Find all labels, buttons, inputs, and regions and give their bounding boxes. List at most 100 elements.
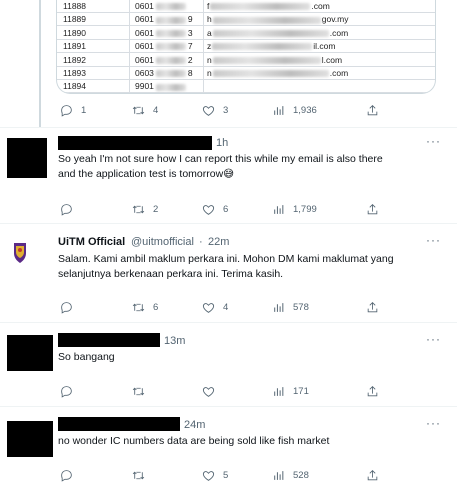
separator-dot: ·	[199, 236, 203, 248]
like-button[interactable]: 3	[202, 102, 228, 118]
username-redacted[interactable]	[58, 136, 212, 150]
reply-icon	[61, 203, 72, 216]
reply-button[interactable]	[60, 383, 73, 399]
like-icon	[202, 302, 215, 313]
retweet-button[interactable]: 6	[132, 299, 158, 315]
views-icon	[274, 470, 284, 480]
retweet-count: 6	[153, 301, 159, 313]
retweet-icon	[132, 303, 145, 311]
tweet-text-line: Salam. Kami ambil maklum perkara ini. Mo…	[58, 253, 394, 265]
retweet-count: 4	[153, 104, 159, 116]
display-name[interactable]: UiTM Official	[58, 236, 125, 248]
views-icon	[274, 204, 284, 214]
tweet-text-line: and the application test is tomorrow😅	[58, 168, 235, 180]
share-button[interactable]	[366, 383, 379, 399]
reply-icon	[61, 385, 72, 398]
uitm-logo-icon[interactable]	[12, 241, 28, 265]
tweet-timestamp[interactable]: 1h	[216, 137, 228, 149]
tweet-actions: 1 4 3 1,936	[60, 102, 440, 118]
reply-button[interactable]	[60, 467, 73, 483]
tweet-reply-2[interactable]: 13m ··· So bangang 171	[0, 323, 457, 407]
more-icon[interactable]: ···	[426, 134, 441, 148]
reply-icon	[61, 469, 72, 482]
reply-icon	[61, 301, 72, 314]
like-icon	[202, 470, 215, 481]
tweet-actions: 171	[60, 383, 440, 399]
tweet-text-line: So yeah I'm not sure how I can report th…	[58, 153, 383, 165]
tweet-reply-1[interactable]: 1h ··· So yeah I'm not sure how I can re…	[0, 128, 457, 224]
retweet-button[interactable]	[132, 383, 145, 399]
tweet-text: So yeah I'm not sure how I can report th…	[58, 152, 448, 182]
reply-button[interactable]: 1	[60, 102, 86, 118]
like-button[interactable]	[202, 383, 215, 399]
tweet-original: 1 4 3 1,936	[0, 0, 457, 128]
views-button[interactable]: 171	[272, 383, 309, 399]
retweet-icon	[132, 471, 145, 479]
views-button[interactable]: 578	[272, 299, 309, 315]
username-redacted[interactable]	[58, 333, 160, 347]
like-button[interactable]: 6	[202, 201, 228, 217]
avatar-redacted[interactable]	[7, 138, 47, 178]
reply-icon	[61, 104, 72, 117]
retweet-icon	[132, 387, 145, 395]
retweet-button[interactable]	[132, 467, 145, 483]
views-icon	[274, 105, 284, 115]
username-redacted[interactable]	[58, 417, 180, 431]
user-handle[interactable]: @uitmofficial	[131, 236, 194, 248]
tweet-actions: 5 528	[60, 467, 440, 483]
views-button[interactable]: 1,936	[272, 102, 317, 118]
like-button[interactable]: 4	[202, 299, 228, 315]
tweet-text: So bangang	[58, 351, 115, 363]
like-icon	[202, 204, 215, 215]
tweet-text: Salam. Kami ambil maklum perkara ini. Mo…	[58, 252, 450, 282]
retweet-icon	[132, 106, 145, 114]
tweet-thread: 11888 0601 f .com 11889 0601 9 h gov.my 11890 0601…	[0, 0, 457, 490]
views-button[interactable]: 1,799	[272, 201, 317, 217]
views-count: 578	[293, 301, 309, 313]
tweet-actions: 6 4 578	[60, 299, 440, 315]
views-count: 171	[293, 385, 309, 397]
tweet-text: no wonder IC numbers data are being sold…	[58, 435, 330, 447]
avatar-redacted[interactable]	[7, 335, 53, 371]
views-count: 1,799	[293, 203, 317, 215]
retweet-count: 2	[153, 203, 159, 215]
views-count: 1,936	[293, 104, 317, 116]
retweet-button[interactable]: 4	[132, 102, 158, 118]
share-button[interactable]	[366, 467, 379, 483]
tweet-text-line: selanjutnya berkenaan perkara ini. Terim…	[58, 268, 284, 280]
share-icon	[367, 104, 378, 115]
tweet-timestamp[interactable]: 22m	[208, 236, 229, 248]
views-icon	[274, 386, 284, 396]
like-button[interactable]: 5	[202, 467, 228, 483]
like-count: 4	[223, 301, 229, 313]
reply-button[interactable]	[60, 299, 73, 315]
tweet-reply-3[interactable]: 24m ··· no wonder IC numbers data are be…	[0, 407, 457, 490]
reply-count: 1	[81, 104, 87, 116]
like-icon	[202, 386, 215, 397]
share-icon	[367, 203, 378, 214]
more-icon[interactable]: ···	[426, 416, 441, 430]
share-icon	[367, 469, 378, 480]
retweet-button[interactable]: 2	[132, 201, 158, 217]
like-icon	[202, 105, 215, 116]
like-count: 3	[223, 104, 229, 116]
views-button[interactable]: 528	[272, 467, 309, 483]
tweet-actions: 2 6 1,799	[60, 201, 440, 217]
like-count: 6	[223, 203, 229, 215]
share-button[interactable]	[366, 201, 379, 217]
views-icon	[274, 302, 284, 312]
reply-button[interactable]	[60, 201, 73, 217]
more-icon[interactable]: ···	[426, 332, 441, 346]
tweet-timestamp[interactable]: 13m	[164, 335, 185, 347]
like-count: 5	[223, 469, 229, 481]
share-button[interactable]	[366, 299, 379, 315]
share-icon	[367, 301, 378, 312]
avatar-redacted[interactable]	[7, 421, 53, 457]
more-icon[interactable]: ···	[426, 233, 441, 247]
share-button[interactable]	[366, 102, 379, 118]
views-count: 528	[293, 469, 309, 481]
tweet-reply-uitm[interactable]: UiTM Official @uitmofficial · 22m ··· Sa…	[0, 224, 457, 323]
tweet-timestamp[interactable]: 24m	[184, 419, 205, 431]
retweet-icon	[132, 205, 145, 213]
share-icon	[367, 385, 378, 396]
